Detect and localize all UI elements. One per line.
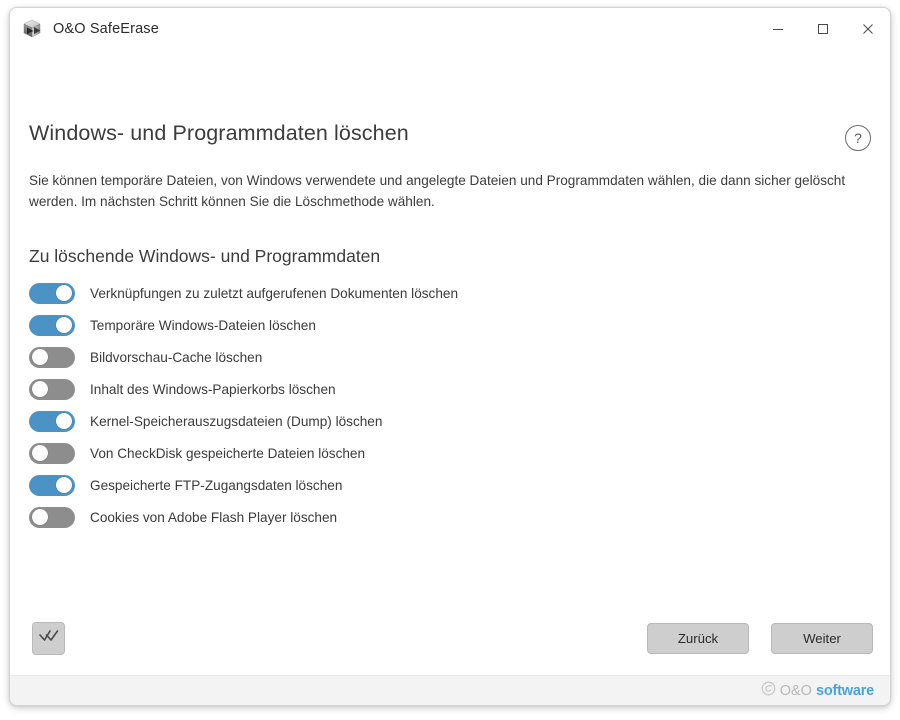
app-title: O&O SafeErase [53,20,159,37]
minimize-icon[interactable] [755,8,800,49]
application-window: O&O SafeErase ? Windows- und Programmdat… [9,7,891,706]
footer: O&O software [10,675,890,705]
toggle-switch[interactable] [29,474,75,496]
toggle-row[interactable]: Gespeicherte FTP-Zugangsdaten löschen [29,469,859,501]
toggle-switch[interactable] [29,282,75,304]
action-bar: Zurück Weiter [10,606,890,675]
select-all-button[interactable] [32,622,65,655]
toggle-label: Cookies von Adobe Flash Player löschen [90,509,338,525]
toggle-knob [32,349,48,365]
help-icon[interactable]: ? [845,125,871,151]
toggle-row[interactable]: Von CheckDisk gespeicherte Dateien lösch… [29,437,859,469]
toggle-label: Bildvorschau-Cache löschen [90,349,263,365]
page-title: Windows- und Programmdaten löschen [29,121,409,145]
toggle-knob [32,381,48,397]
toggle-switch[interactable] [29,314,75,336]
help-icon-glyph: ? [854,130,862,146]
toggle-label: Temporäre Windows-Dateien löschen [90,317,316,333]
toggle-row[interactable]: Inhalt des Windows-Papierkorbs löschen [29,373,859,405]
toggle-switch[interactable] [29,346,75,368]
back-button[interactable]: Zurück [647,623,749,654]
next-button[interactable]: Weiter [771,623,873,654]
toggle-knob [56,477,72,493]
maximize-icon[interactable] [800,8,845,49]
toggle-list: Verknüpfungen zu zuletzt aufgerufenen Do… [29,277,859,533]
toggle-row[interactable]: Verknüpfungen zu zuletzt aufgerufenen Do… [29,277,859,309]
brand-logo: O&O software [761,681,874,700]
toggle-row[interactable]: Temporäre Windows-Dateien löschen [29,309,859,341]
brand-suffix: software [815,682,874,699]
at-mark-icon [761,681,776,700]
toggle-knob [56,317,72,333]
toggle-label: Kernel-Speicherauszugsdateien (Dump) lös… [90,413,383,429]
page-description: Sie können temporäre Dateien, von Window… [29,173,846,209]
toggle-knob [56,413,72,429]
toggle-switch[interactable] [29,506,75,528]
toggle-switch[interactable] [29,410,75,432]
window-controls [755,8,890,49]
toggle-row[interactable]: Bildvorschau-Cache löschen [29,341,859,373]
cube-arrow-icon [19,16,45,42]
toggle-label: Gespeicherte FTP-Zugangsdaten löschen [90,477,343,493]
double-check-icon [38,629,59,648]
toggle-row[interactable]: Cookies von Adobe Flash Player löschen [29,501,859,533]
toggle-label: Von CheckDisk gespeicherte Dateien lösch… [90,445,366,461]
toggle-knob [56,285,72,301]
toggle-knob [32,509,48,525]
close-icon[interactable] [845,8,890,49]
toggle-switch[interactable] [29,378,75,400]
toggle-label: Verknüpfungen zu zuletzt aufgerufenen Do… [90,285,459,301]
toggle-switch[interactable] [29,442,75,464]
title-bar: O&O SafeErase [10,8,890,49]
brand-name: O&O [779,682,812,699]
main-content: ? Windows- und Programmdaten löschen Sie… [10,49,890,606]
section-title: Zu löschende Windows- und Programmdaten [29,246,381,266]
toggle-label: Inhalt des Windows-Papierkorbs löschen [90,381,336,397]
navigation-buttons: Zurück Weiter [647,623,873,654]
toggle-knob [32,445,48,461]
toggle-row[interactable]: Kernel-Speicherauszugsdateien (Dump) lös… [29,405,859,437]
